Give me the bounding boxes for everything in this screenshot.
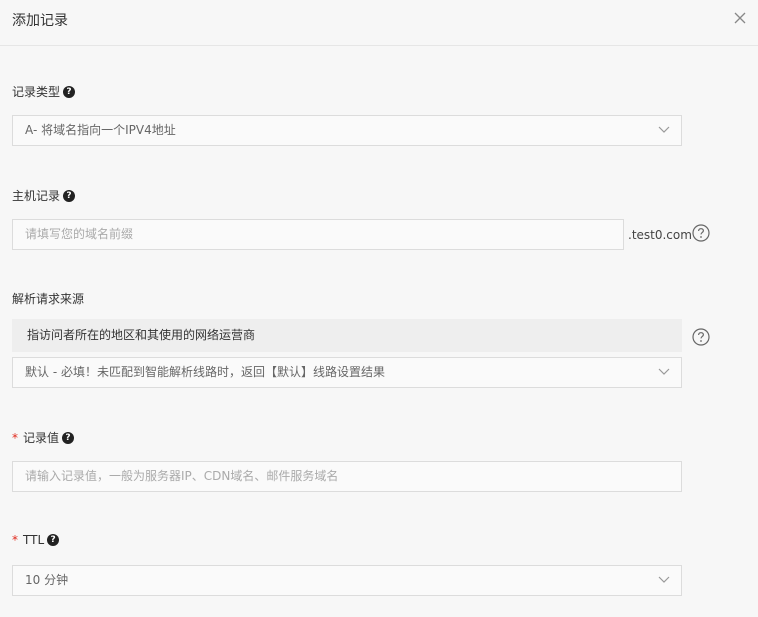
dialog-title: 添加记录: [12, 13, 68, 29]
chevron-down-icon: [658, 126, 670, 133]
ttl-select[interactable]: 10 分钟: [12, 565, 682, 596]
required-mark: *: [12, 533, 18, 547]
chevron-down-icon: [658, 368, 670, 375]
record-value-label: * 记录值 ?: [12, 429, 75, 446]
request-source-label-text: 解析请求来源: [12, 292, 85, 306]
help-icon[interactable]: ?: [63, 189, 76, 202]
close-icon[interactable]: [733, 11, 747, 25]
request-source-hint: 指访问者所在的地区和其使用的网络运营商: [12, 319, 682, 352]
host-record-label-text: 主机记录: [12, 189, 61, 203]
record-value-label-text: 记录值: [23, 431, 60, 445]
help-icon[interactable]: ?: [47, 534, 60, 546]
record-type-select[interactable]: A- 将域名指向一个IPV4地址: [12, 115, 682, 146]
help-icon[interactable]: ?: [62, 431, 75, 444]
request-source-select[interactable]: 默认 - 必填！未匹配到智能解析线路时，返回【默认】线路设置结果: [12, 357, 682, 388]
record-type-label-text: 记录类型: [12, 85, 61, 99]
host-record-input[interactable]: 请填写您的域名前缀: [12, 219, 624, 250]
chevron-down-icon: [658, 576, 670, 583]
question-circle-icon[interactable]: [692, 328, 710, 346]
host-record-placeholder: 请填写您的域名前缀: [25, 227, 134, 241]
record-type-value: A- 将域名指向一个IPV4地址: [25, 123, 176, 137]
ttl-value: 10 分钟: [25, 573, 69, 587]
help-icon[interactable]: ?: [63, 85, 76, 98]
question-circle-icon[interactable]: [692, 224, 710, 242]
dialog-header: 添加记录: [0, 0, 758, 46]
ttl-label-text: TTL: [23, 533, 45, 547]
request-source-label: 解析请求来源: [12, 290, 84, 307]
host-record-label: 主机记录 ?: [12, 187, 76, 204]
record-value-placeholder: 请输入记录值，一般为服务器IP、CDN域名、邮件服务域名: [25, 469, 339, 483]
request-source-hint-text: 指访问者所在的地区和其使用的网络运营商: [27, 328, 256, 342]
record-type-label: 记录类型 ?: [12, 83, 76, 100]
ttl-label: * TTL ?: [12, 533, 60, 547]
request-source-value: 默认 - 必填！未匹配到智能解析线路时，返回【默认】线路设置结果: [25, 365, 385, 379]
domain-suffix: .test0.com: [628, 228, 692, 242]
record-value-input[interactable]: 请输入记录值，一般为服务器IP、CDN域名、邮件服务域名: [12, 461, 682, 492]
required-mark: *: [12, 430, 18, 445]
